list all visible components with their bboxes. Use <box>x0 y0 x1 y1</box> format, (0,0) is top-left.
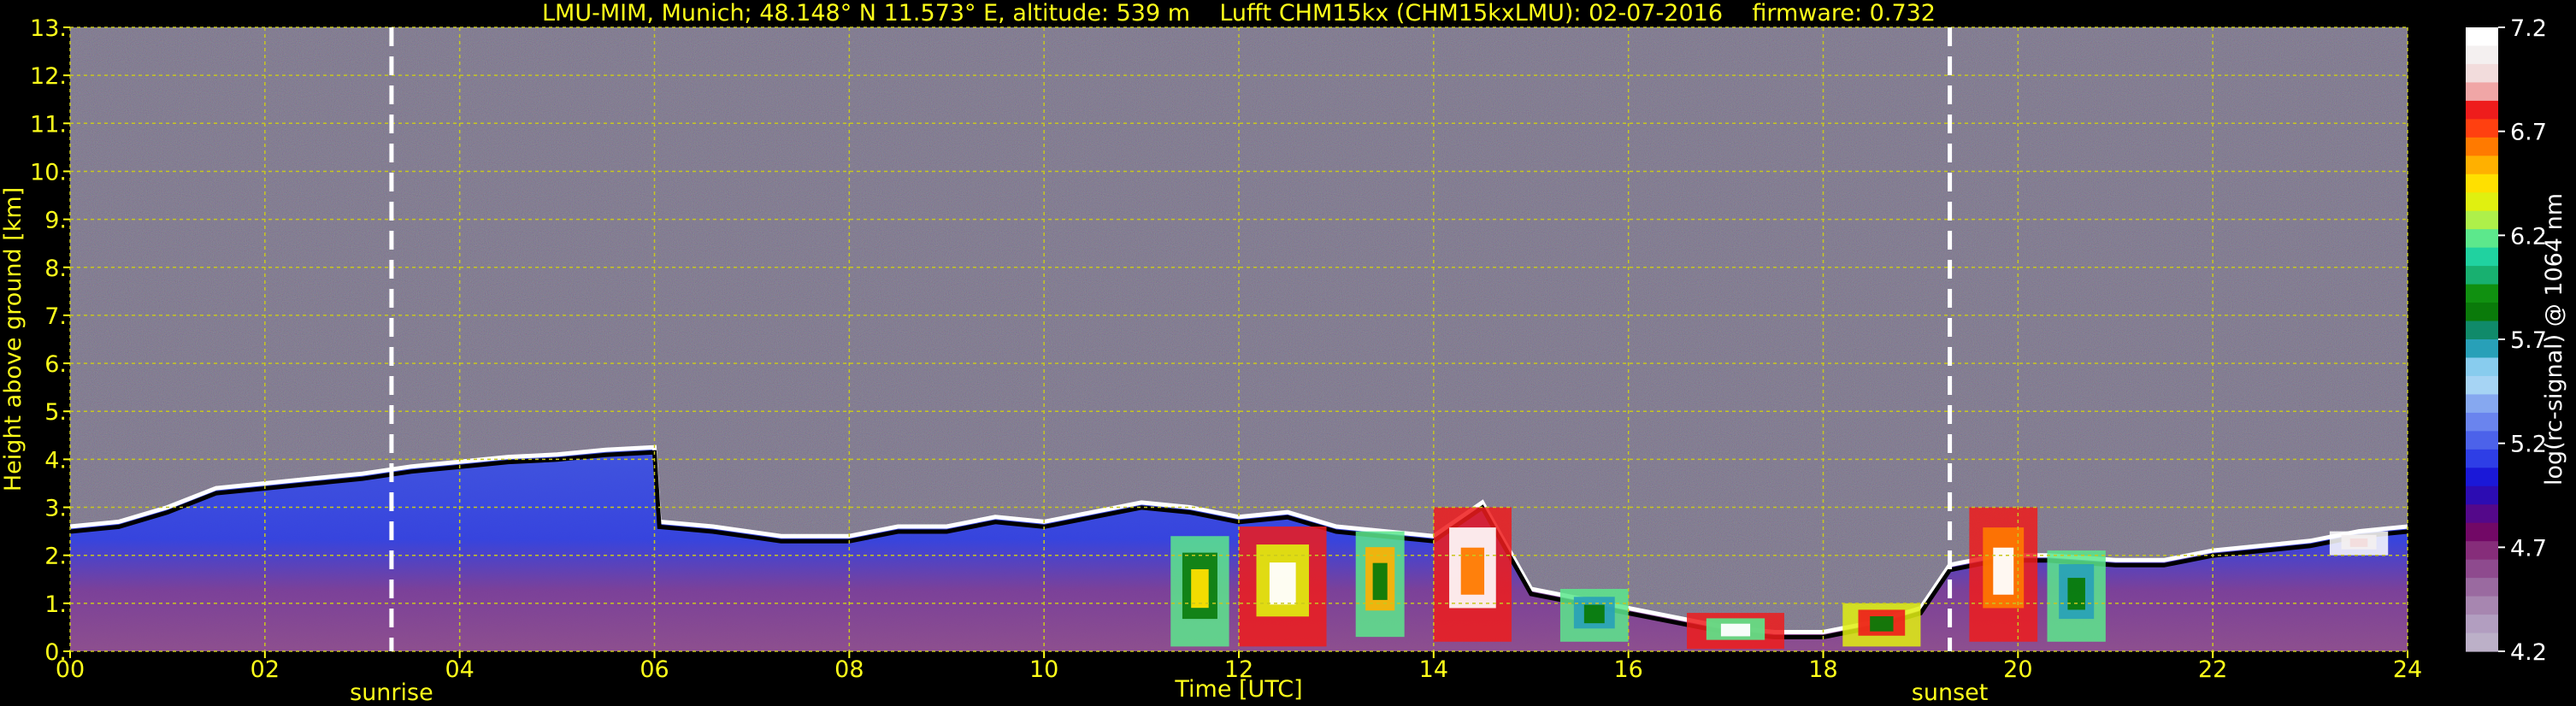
y-tick-label: 9. <box>44 208 67 234</box>
colorbar-swatch <box>2466 375 2498 396</box>
colorbar-tick-label: 4.2 <box>2510 639 2547 666</box>
colorbar-swatch <box>2466 45 2498 65</box>
x-tick-label: 14 <box>1419 656 1448 683</box>
ceilometer-chart: sunrise sunset 00 02 04 06 08 10 12 14 16 18 20 22 24… <box>0 0 2567 706</box>
colorbar-swatch <box>2466 468 2498 487</box>
sun-marker-label: sunset <box>1912 680 1989 706</box>
colorbar-swatch <box>2466 449 2498 468</box>
colorbar-swatch <box>2466 137 2498 156</box>
colorbar-swatch <box>2466 82 2498 102</box>
cloud-peak <box>1720 623 1751 637</box>
x-tick-label: 20 <box>2003 656 2032 683</box>
colorbar-swatch <box>2466 156 2498 175</box>
cloud-peak <box>2067 578 2085 610</box>
colorbar-swatch <box>2466 412 2498 432</box>
colorbar-swatch <box>2466 632 2498 652</box>
cloud-peak <box>2349 538 2368 547</box>
sun-marker-label: sunrise <box>350 680 433 706</box>
colorbar-swatch <box>2466 284 2498 303</box>
colorbar-swatch <box>2466 394 2498 414</box>
y-axis-ticks: 0. 1. 2. 3. 4. 5. 6. 7. 8. 9. 10. 11. 12. 13. <box>30 15 70 666</box>
y-tick-label: 10. <box>30 159 67 185</box>
x-tick-label: 04 <box>445 656 474 683</box>
y-axis-label: Height above ground [km] <box>0 187 27 491</box>
x-axis-label: Time [UTC] <box>1174 676 1302 703</box>
colorbar-swatch <box>2466 485 2498 505</box>
cloud-peak <box>1372 562 1388 600</box>
colorbar-swatch <box>2466 522 2498 542</box>
y-tick-label: 0. <box>44 639 67 666</box>
colorbar-swatch <box>2466 174 2498 193</box>
x-tick-label: 16 <box>1613 656 1642 683</box>
colorbar-swatch <box>2466 27 2498 47</box>
colorbar-swatch <box>2466 321 2498 340</box>
y-tick-label: 11. <box>30 111 67 138</box>
colorbar-swatch <box>2466 357 2498 377</box>
colorbar-swatch <box>2466 504 2498 524</box>
colorbar-swatch <box>2466 119 2498 138</box>
x-tick-label: 02 <box>251 656 280 683</box>
colorbar-swatch <box>2466 229 2498 249</box>
colorbar-swatch <box>2466 431 2498 450</box>
y-tick-label: 5. <box>44 399 67 426</box>
colorbar-swatch <box>2466 303 2498 322</box>
y-tick-label: 2. <box>44 544 67 570</box>
y-tick-label: 3. <box>44 496 67 522</box>
x-tick-label: 22 <box>2198 656 2227 683</box>
colorbar-swatch <box>2466 615 2498 634</box>
colorbar-swatch <box>2466 100 2498 120</box>
colorbar-swatch <box>2466 63 2498 84</box>
y-tick-label: 12. <box>30 63 67 90</box>
colorbar-swatch <box>2466 247 2498 267</box>
colorbar-swatch <box>2466 596 2498 615</box>
cloud-peak <box>1269 562 1296 605</box>
y-tick-label: 7. <box>44 303 67 330</box>
x-tick-label: 10 <box>1029 656 1058 683</box>
chart-title: LMU-MIM, Munich; 48.148° N 11.573° E, al… <box>542 0 1936 26</box>
colorbar-swatch <box>2466 578 2498 597</box>
colorbar-tick-label: 7.2 <box>2510 15 2547 42</box>
cloud-peak <box>1993 547 2014 595</box>
colorbar-swatch <box>2466 541 2498 561</box>
colorbar-tick-label: 4.7 <box>2510 535 2547 562</box>
x-tick-label: 06 <box>640 656 669 683</box>
y-tick-label: 4. <box>44 447 67 474</box>
colorbar <box>2466 27 2498 652</box>
colorbar-swatch <box>2466 210 2498 230</box>
y-tick-label: 13. <box>30 15 67 42</box>
colorbar-label: log(rc-signal) @ 1064 nm <box>2541 193 2567 485</box>
colorbar-ticks: 7.26.76.25.75.24.74.2 <box>2498 15 2547 666</box>
colorbar-swatch <box>2466 192 2498 212</box>
x-tick-label: 08 <box>834 656 864 683</box>
cloud-peak <box>1583 604 1605 624</box>
colorbar-swatch <box>2466 559 2498 579</box>
colorbar-swatch <box>2466 266 2498 285</box>
y-tick-label: 8. <box>44 256 67 282</box>
colorbar-swatch <box>2466 339 2498 359</box>
y-tick-label: 1. <box>44 591 67 618</box>
cloud-peak <box>1870 616 1894 632</box>
cloud-peak <box>1191 568 1209 609</box>
y-tick-label: 6. <box>44 351 67 378</box>
x-tick-label: 24 <box>2393 656 2422 683</box>
colorbar-tick-label: 6.7 <box>2510 120 2547 146</box>
x-tick-label: 18 <box>1808 656 1837 683</box>
